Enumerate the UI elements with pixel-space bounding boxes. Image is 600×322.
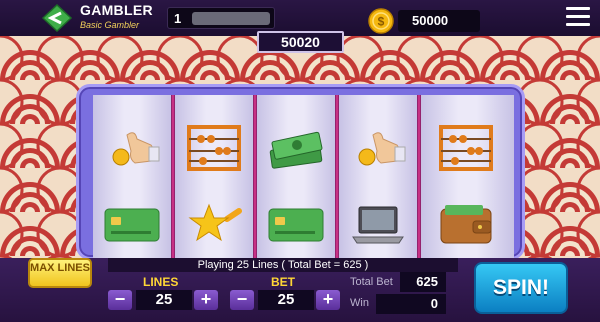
level-number: 1: [174, 11, 182, 26]
win-label: Win: [350, 297, 369, 309]
abacus-icon: [187, 125, 241, 171]
spin-button[interactable]: SPIN!: [474, 262, 568, 314]
bet-plus-button[interactable]: +: [316, 290, 340, 310]
reels-frame: [76, 84, 525, 263]
bet-minus-button[interactable]: −: [230, 290, 254, 310]
lines-label: LINES: [143, 275, 179, 289]
win-value: 0: [376, 294, 446, 314]
reel-2: [175, 95, 253, 263]
status-text: Playing 25 Lines ( Total Bet = 625 ): [108, 258, 458, 272]
bet-value: 25: [258, 290, 314, 310]
credit-card-icon: [104, 208, 160, 242]
coin-balance-value: 50000: [412, 13, 449, 28]
pointing-hand-coin-icon: [112, 132, 160, 166]
level-progress-box: 1: [167, 7, 275, 29]
rank-subtitle: Basic Gambler: [80, 20, 140, 30]
slot-game-screen: GAMBLER Basic Gambler 1 $ 50000 50020 MA…: [0, 0, 600, 322]
gambler-badge-icon[interactable]: [40, 3, 74, 33]
lines-minus-button[interactable]: −: [108, 290, 132, 310]
xp-progress-bar: [192, 12, 270, 25]
rank-title: GAMBLER: [80, 2, 153, 18]
total-bet-label: Total Bet: [350, 276, 393, 288]
pointing-hand-coin-icon: [358, 132, 406, 166]
hamburger-menu-icon[interactable]: [566, 7, 590, 27]
reel-1: [93, 95, 171, 263]
reel-5: [421, 95, 514, 263]
win-amount-value: 50020: [281, 34, 320, 50]
lines-value: 25: [136, 290, 192, 310]
svg-text:$: $: [378, 15, 385, 29]
wallet-icon: [440, 205, 492, 244]
money-stack-icon: [269, 131, 323, 169]
reel-3: [257, 95, 335, 263]
total-bet-value: 625: [400, 272, 446, 292]
shooting-star-icon: [188, 203, 242, 242]
bet-label: BET: [271, 275, 295, 289]
coin-icon: $: [368, 8, 394, 34]
coin-balance: 50000: [398, 10, 480, 32]
lines-plus-button[interactable]: +: [194, 290, 218, 310]
credit-card-icon: [268, 208, 324, 242]
abacus-icon: [439, 125, 493, 171]
win-amount-display: 50020: [257, 31, 344, 53]
reels-window: [93, 95, 514, 263]
max-lines-button[interactable]: MAX LINES: [28, 258, 92, 288]
reel-4: [339, 95, 417, 263]
laptop-icon: [352, 206, 404, 244]
